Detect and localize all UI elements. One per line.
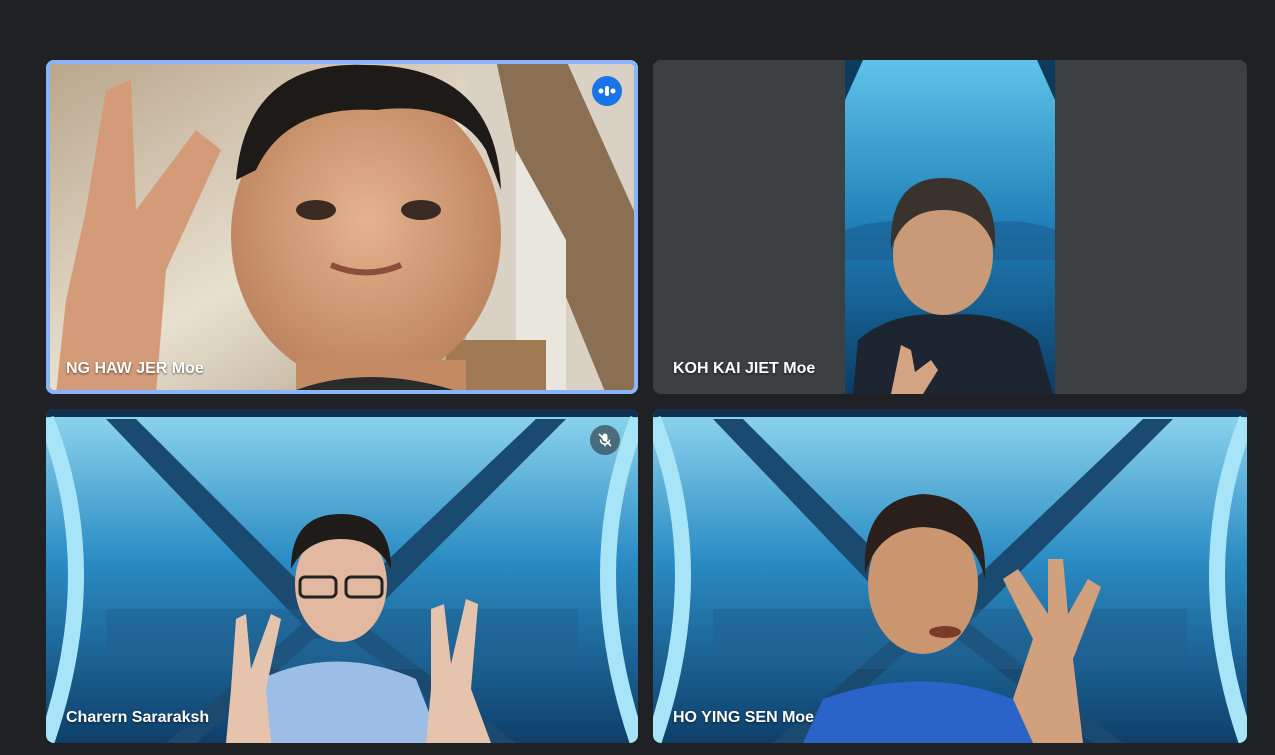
participant-name: Charern Sararaksh bbox=[66, 709, 210, 726]
participant-name: HO YING SEN Moe bbox=[673, 709, 815, 726]
participant-tile[interactable]: Charern Sararaksh bbox=[46, 409, 638, 743]
participant-video bbox=[46, 409, 638, 743]
participant-name: KOH KAI JIET Moe bbox=[673, 360, 816, 377]
participant-video bbox=[46, 60, 638, 394]
video-grid: NG HAW JER Moe KOH KAI JIET Moe Charern … bbox=[0, 0, 1275, 755]
audio-level-icon bbox=[592, 76, 622, 106]
participant-name: NG HAW JER Moe bbox=[66, 360, 204, 377]
mic-off-icon bbox=[590, 425, 620, 455]
participant-tile[interactable]: NG HAW JER Moe bbox=[46, 60, 638, 394]
participant-tile[interactable]: KOH KAI JIET Moe bbox=[653, 60, 1247, 394]
participant-tile[interactable]: HO YING SEN Moe bbox=[653, 409, 1247, 743]
participant-video bbox=[653, 409, 1247, 743]
participant-video bbox=[653, 60, 1247, 394]
